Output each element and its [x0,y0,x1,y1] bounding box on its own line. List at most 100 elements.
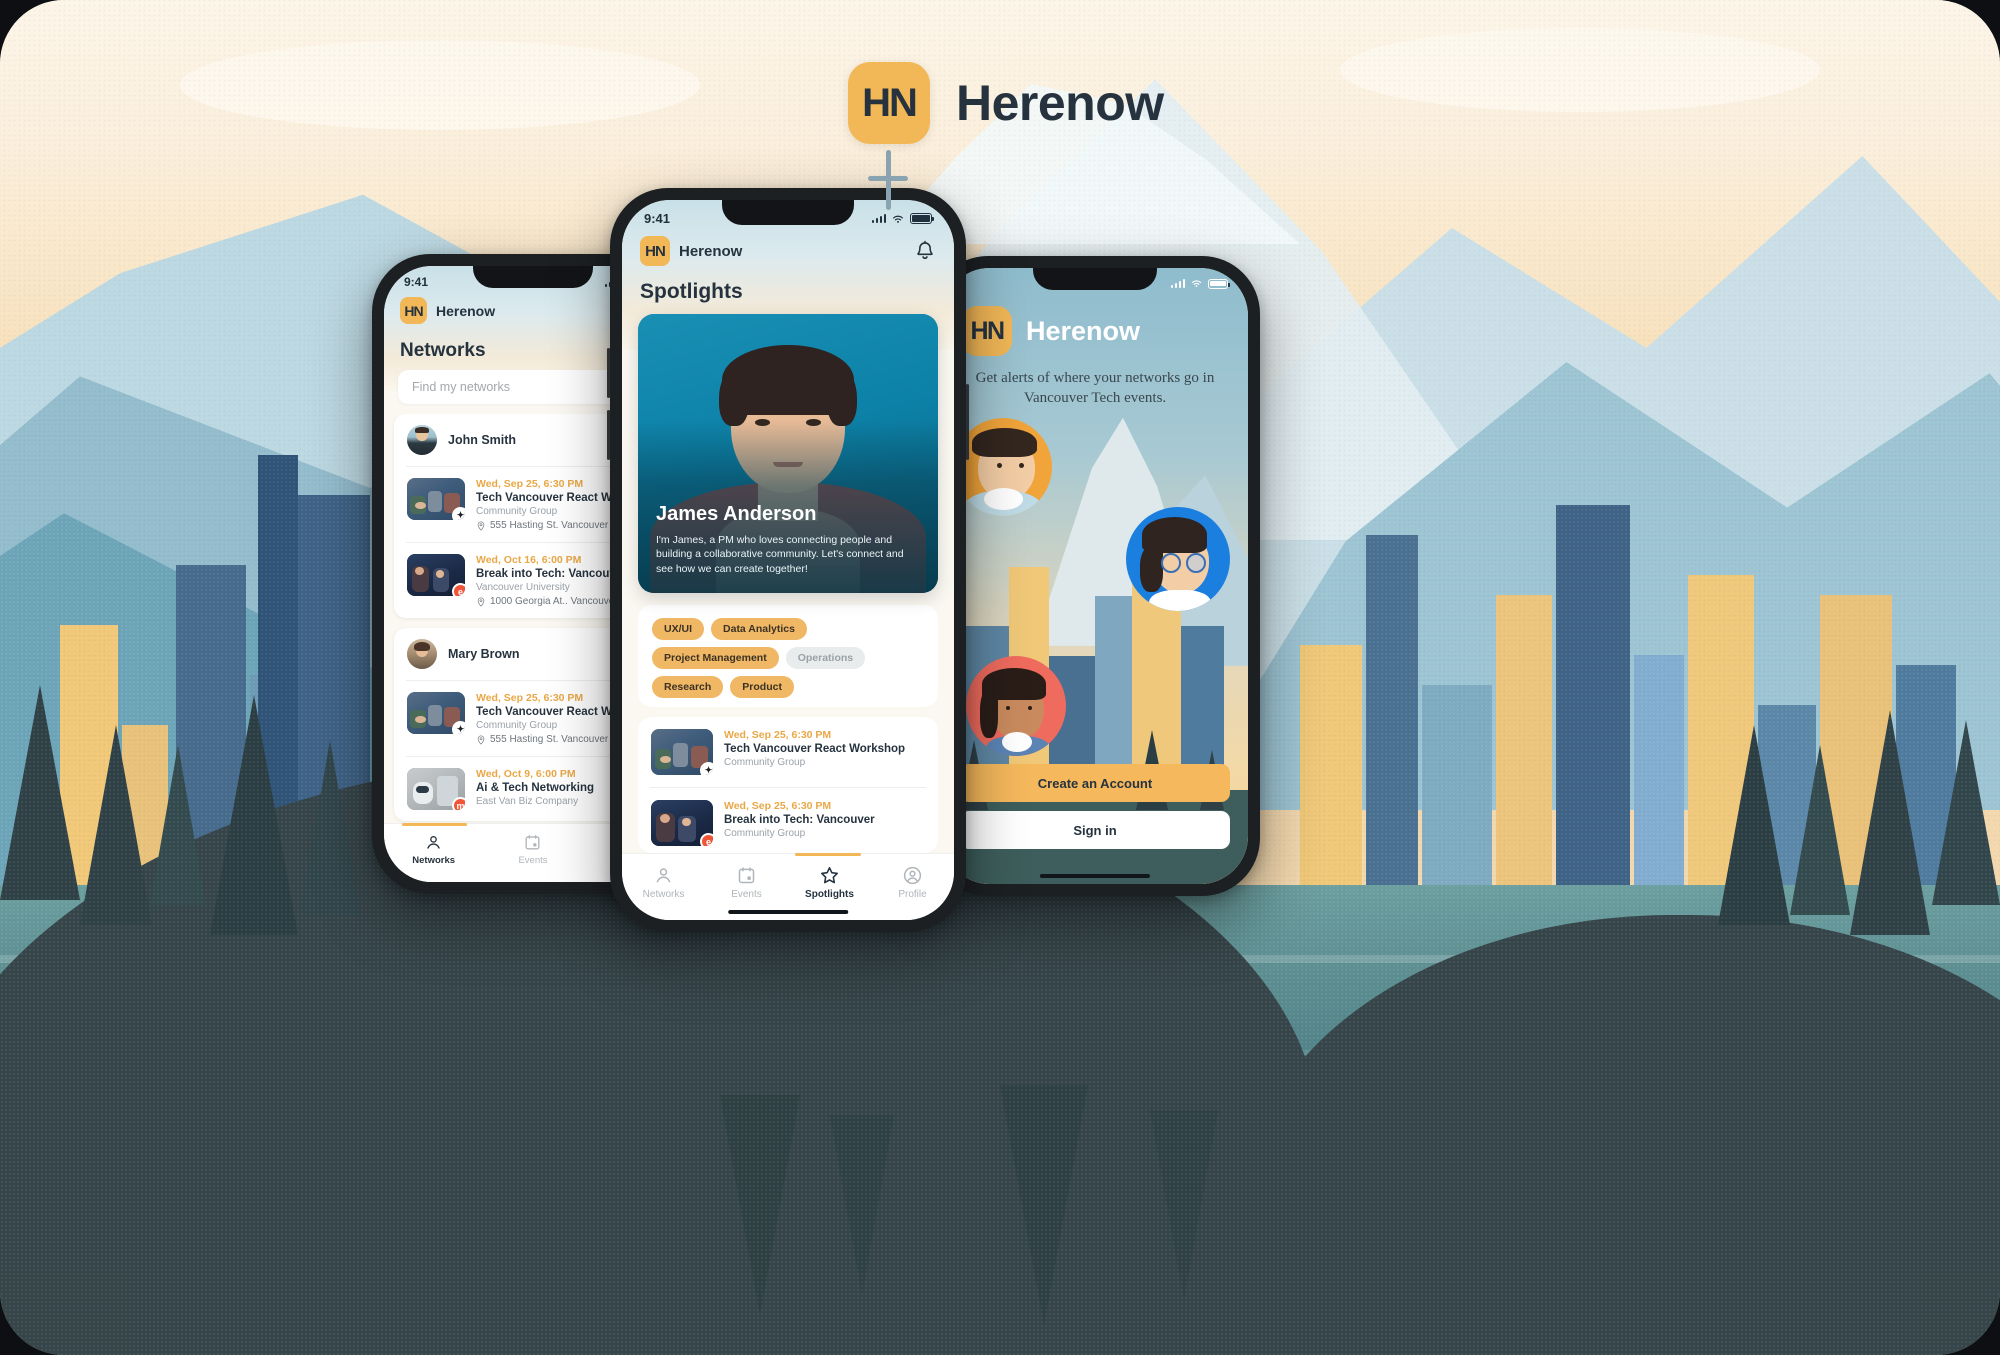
event-organizer: Vancouver University [476,582,570,593]
phone-right-onboarding: HN Herenow Get alerts of where your netw… [927,256,1260,896]
battery-icon [910,213,934,224]
create-account-button[interactable]: Create an Account [960,764,1230,802]
building [1556,505,1630,925]
skill-tag[interactable]: UX/UI [652,618,705,641]
phone-button-volume-up[interactable] [607,348,610,398]
tab-networks[interactable]: Networks [384,833,483,866]
status-time: 9:41 [644,211,671,226]
onboarding-brand: HN Herenow [942,292,1248,356]
pine-tree-reflection [1000,1085,1088,1325]
app-brand: HN Herenow [640,236,742,266]
skill-tag[interactable]: Data Analytics [711,618,807,641]
herenow-logo-icon: HN [640,236,670,266]
skill-tag[interactable]: Product [730,676,794,699]
cellular-bars-icon [871,214,886,223]
profile-circle-icon [903,866,922,885]
calendar-icon [738,867,755,884]
location-pin-icon [477,734,485,745]
phone-screen: HN Herenow Get alerts of where your netw… [942,268,1248,884]
event-title: Ai & Tech Networking [476,782,594,794]
pine-tree [1718,725,1790,925]
event-meta: Wed, Oct 16, 6:00 PM Break into Tech: Va… [476,554,627,607]
phone-screen: 9:41 HN Herenow [622,200,954,920]
cloud-shape [180,40,700,130]
tab-label: Networks [412,855,456,866]
event-organizer: Community Group [724,757,806,769]
skill-tag[interactable]: Operations [785,647,866,670]
tab-profile[interactable]: Profile [871,865,954,900]
spotlight-profile-card[interactable]: James Anderson I'm James, a PM who loves… [638,314,938,594]
bell-icon[interactable] [914,240,936,262]
brand-name: Herenow [956,75,1164,131]
onboarding-tagline: Get alerts of where your networks go in … [975,370,1215,407]
tab-networks[interactable]: Networks [622,865,705,900]
building [1300,645,1362,925]
tab-label: Profile [898,889,927,900]
active-tab-indicator [401,823,468,826]
tab-label: Networks [642,889,685,900]
profile-text: James Anderson I'm James, a PM who loves… [638,503,938,594]
person-icon [427,835,440,849]
phone-center-spotlights: 9:41 HN Herenow Spotlights James Anderso… [607,188,969,932]
status-bar [942,268,1248,292]
cellular-bars-icon [1170,279,1185,288]
status-indicators [1170,277,1230,290]
spotlight-events-list[interactable]: ✦ Wed, Sep 25, 6:30 PM Tech Vancouver Re… [638,717,938,853]
skill-tag[interactable]: Research [652,676,724,699]
herenow-logo-icon: HN [400,297,427,324]
scene-background: HN Herenow 9:41 HN Herenow Networks Find… [0,0,2000,1355]
tab-label: Spotlights [805,889,854,900]
star-icon [821,867,838,884]
phone-button-power[interactable] [966,384,969,460]
pine-tree [1850,710,1930,935]
app-name: Herenow [436,302,496,319]
pine-tree [1790,745,1850,915]
event-title: Tech Vancouver React Workshop [724,743,906,756]
avatar [407,425,437,455]
event-meta: Wed, Sep 25, 6:30 PM Tech Vancouver Reac… [724,729,905,775]
event-row[interactable]: e Wed, Sep 25, 6:30 PM Break into Tech: … [638,788,938,853]
skill-tag[interactable]: Project Management [652,647,779,670]
sparkle-badge-icon: ✦ [452,721,465,734]
herenow-logo-icon: HN [962,306,1012,356]
event-organizer: East Van Biz Company [476,796,579,807]
event-row[interactable]: ✦ Wed, Sep 25, 6:30 PM Tech Vancouver Re… [638,717,938,787]
calendar-icon [525,835,540,850]
event-meta: Wed, Oct 9, 6:00 PM Ai & Tech Networking… [476,768,594,810]
sparkle-badge-icon: ✦ [452,507,465,520]
status-time: 9:41 [404,275,429,289]
pine-tree [210,695,298,935]
sparkle-badge-icon: ✦ [700,762,713,776]
sign-in-button[interactable]: Sign in [960,811,1230,849]
event-location-text: 555 Hasting St. Vancouver [490,520,609,531]
tab-events[interactable]: Events [705,865,788,900]
event-thumbnail: e [407,554,465,596]
cloud-shape [1340,28,1820,112]
pine-tree-reflection [720,1095,800,1315]
app-header: HN Herenow [622,228,954,278]
event-date: Wed, Oct 9, 6:00 PM [476,768,576,780]
status-bar: 9:41 [622,200,954,228]
battery-icon [1208,278,1230,289]
status-indicators [871,212,934,226]
tab-spotlights[interactable]: Spotlights [788,865,871,900]
herenow-logo-icon: HN [848,62,930,144]
tab-events[interactable]: Events [483,833,582,866]
wifi-icon [892,215,904,223]
page-title: Spotlights [640,280,743,303]
pine-tree [80,725,152,925]
event-location-text: 1000 Georgia At.. Vancouver [490,596,618,607]
profile-name: James Anderson [656,502,817,525]
tab-label: Events [518,855,548,866]
onboarding-screen: HN Herenow Get alerts of where your netw… [942,268,1248,884]
pine-tree [1932,720,2000,905]
event-date: Wed, Sep 25, 6:30 PM [724,729,832,742]
event-thumbnail: m [407,768,465,810]
pine-tree [0,685,80,900]
person-name: John Smith [448,433,517,447]
eventbrite-badge-icon: e [700,833,713,847]
eventbrite-badge-icon: e [452,583,465,596]
phone-button-volume-down[interactable] [607,410,610,460]
event-thumbnail: ✦ [651,729,713,776]
person-name: Mary Brown [448,647,520,661]
